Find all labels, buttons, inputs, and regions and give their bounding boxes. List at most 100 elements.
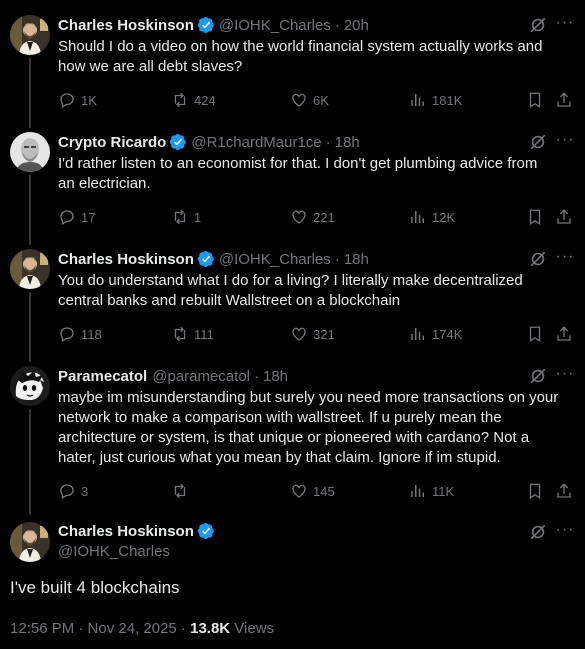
avatar[interactable] [10, 366, 50, 406]
timestamp[interactable]: 18h [344, 251, 369, 268]
handle[interactable]: @IOHK_Charles [219, 17, 331, 34]
action-bar: 1K 424 6K 181K [58, 90, 578, 110]
handle[interactable]: @IOHK_Charles [58, 543, 170, 560]
repost-icon [174, 326, 186, 342]
grok-icon[interactable] [529, 16, 547, 34]
reply-tweet[interactable]: Paramecatol @paramecatol · 18h ··· maybe… [0, 366, 585, 506]
more-icon[interactable]: ··· [555, 15, 575, 34]
heart-icon [292, 484, 306, 498]
verified-badge-icon [197, 16, 214, 34]
timestamp[interactable]: 18h [263, 368, 288, 385]
repost-count: 111 [194, 326, 214, 342]
like-button[interactable]: 145 [290, 481, 335, 501]
reply-count: 17 [81, 209, 96, 225]
action-bar: 17 1 221 12K [58, 207, 578, 227]
more-icon[interactable]: ··· [555, 249, 575, 268]
handle[interactable]: @paramecatol [152, 368, 250, 385]
reply-icon [60, 210, 74, 225]
action-bar: 118 111 321 174K [58, 324, 578, 344]
more-icon[interactable]: ··· [555, 366, 575, 385]
bookmark-button[interactable] [526, 90, 549, 110]
reply-button[interactable]: 3 [58, 481, 88, 501]
tweet-text: Should I do a video on how the world fin… [58, 38, 543, 75]
view-count: 11K [432, 483, 455, 499]
verified-badge-icon [197, 250, 214, 268]
views-count[interactable]: 13.8K [190, 620, 230, 637]
share-icon [557, 483, 571, 498]
avatar[interactable] [10, 132, 50, 172]
repost-count: 1 [194, 209, 202, 225]
reply-tweet[interactable]: Crypto Ricardo @R1chardMaur1ce · 18h ···… [0, 132, 585, 242]
repost-button[interactable]: 111 [171, 324, 214, 344]
action-bar: 3 145 11K [58, 481, 578, 501]
more-icon[interactable]: ··· [555, 522, 575, 541]
view-count: 181K [432, 92, 463, 108]
verified-badge-icon [197, 522, 214, 540]
like-button[interactable]: 321 [290, 324, 335, 344]
share-button[interactable] [555, 481, 578, 501]
heart-icon [292, 93, 306, 107]
share-icon [557, 209, 571, 224]
reply-count: 3 [81, 483, 89, 499]
like-count: 145 [313, 483, 335, 499]
views-button[interactable]: 12K [409, 207, 455, 227]
bookmark-button[interactable] [526, 207, 549, 227]
bookmark-button[interactable] [526, 324, 549, 344]
share-button[interactable] [555, 207, 578, 227]
tweet-timestamp[interactable]: 12:56 PM · Nov 24, 2025 · [10, 620, 190, 637]
timestamp[interactable]: 20h [344, 17, 369, 34]
grok-icon[interactable] [529, 523, 547, 541]
share-icon [557, 326, 571, 341]
heart-icon [292, 327, 306, 341]
separator: · [254, 367, 259, 385]
grok-icon[interactable] [529, 133, 547, 151]
display-name[interactable]: Paramecatol [58, 368, 147, 385]
display-name[interactable]: Crypto Ricardo [58, 134, 166, 151]
grok-icon[interactable] [529, 250, 547, 268]
views-button[interactable]: 174K [409, 324, 462, 344]
separator: · [325, 133, 331, 151]
share-button[interactable] [555, 90, 578, 110]
repost-button[interactable]: 424 [171, 90, 216, 110]
avatar[interactable] [10, 522, 50, 562]
reply-button[interactable]: 118 [58, 324, 102, 344]
timestamp[interactable]: 18h [335, 134, 360, 151]
display-name[interactable]: Charles Hoskinson [58, 523, 194, 540]
reply-icon [60, 93, 74, 108]
handle[interactable]: @IOHK_Charles [219, 251, 331, 268]
like-button[interactable]: 221 [290, 207, 335, 227]
views-icon [411, 485, 424, 497]
more-icon[interactable]: ··· [555, 132, 575, 151]
avatar[interactable] [10, 249, 50, 289]
views-icon [411, 211, 424, 223]
like-count: 321 [313, 326, 335, 342]
tweet-meta: 12:56 PM · Nov 24, 2025 · 13.8K Views [10, 620, 274, 637]
like-count: 221 [313, 209, 335, 225]
bookmark-icon [529, 483, 541, 500]
views-button[interactable]: 181K [409, 90, 462, 110]
views-icon [411, 328, 424, 340]
repost-count: 424 [194, 92, 216, 108]
repost-button[interactable] [171, 481, 194, 501]
reply-button[interactable]: 17 [58, 207, 95, 227]
reply-button[interactable]: 1K [58, 90, 97, 110]
share-button[interactable] [555, 324, 578, 344]
reply-count: 1K [81, 92, 97, 108]
like-count: 6K [313, 92, 329, 108]
repost-icon [174, 483, 186, 499]
grok-icon[interactable] [529, 367, 547, 385]
display-name[interactable]: Charles Hoskinson [58, 251, 194, 268]
heart-icon [292, 210, 306, 224]
bookmark-button[interactable] [526, 481, 549, 501]
views-button[interactable]: 11K [409, 481, 454, 501]
reply-tweet[interactable]: Charles Hoskinson @IOHK_Charles · 20h ··… [0, 15, 585, 125]
like-button[interactable]: 6K [290, 90, 329, 110]
tweet-text: I've built 4 blockchains [10, 578, 180, 597]
repost-button[interactable]: 1 [171, 207, 201, 227]
tweet-text: maybe im misunderstanding but surely you… [58, 389, 559, 466]
handle[interactable]: @R1chardMaur1ce [191, 134, 321, 151]
bookmark-icon [529, 326, 541, 343]
display-name[interactable]: Charles Hoskinson [58, 17, 194, 34]
reply-tweet[interactable]: Charles Hoskinson @IOHK_Charles · 18h ··… [0, 249, 585, 359]
avatar[interactable] [10, 15, 50, 55]
